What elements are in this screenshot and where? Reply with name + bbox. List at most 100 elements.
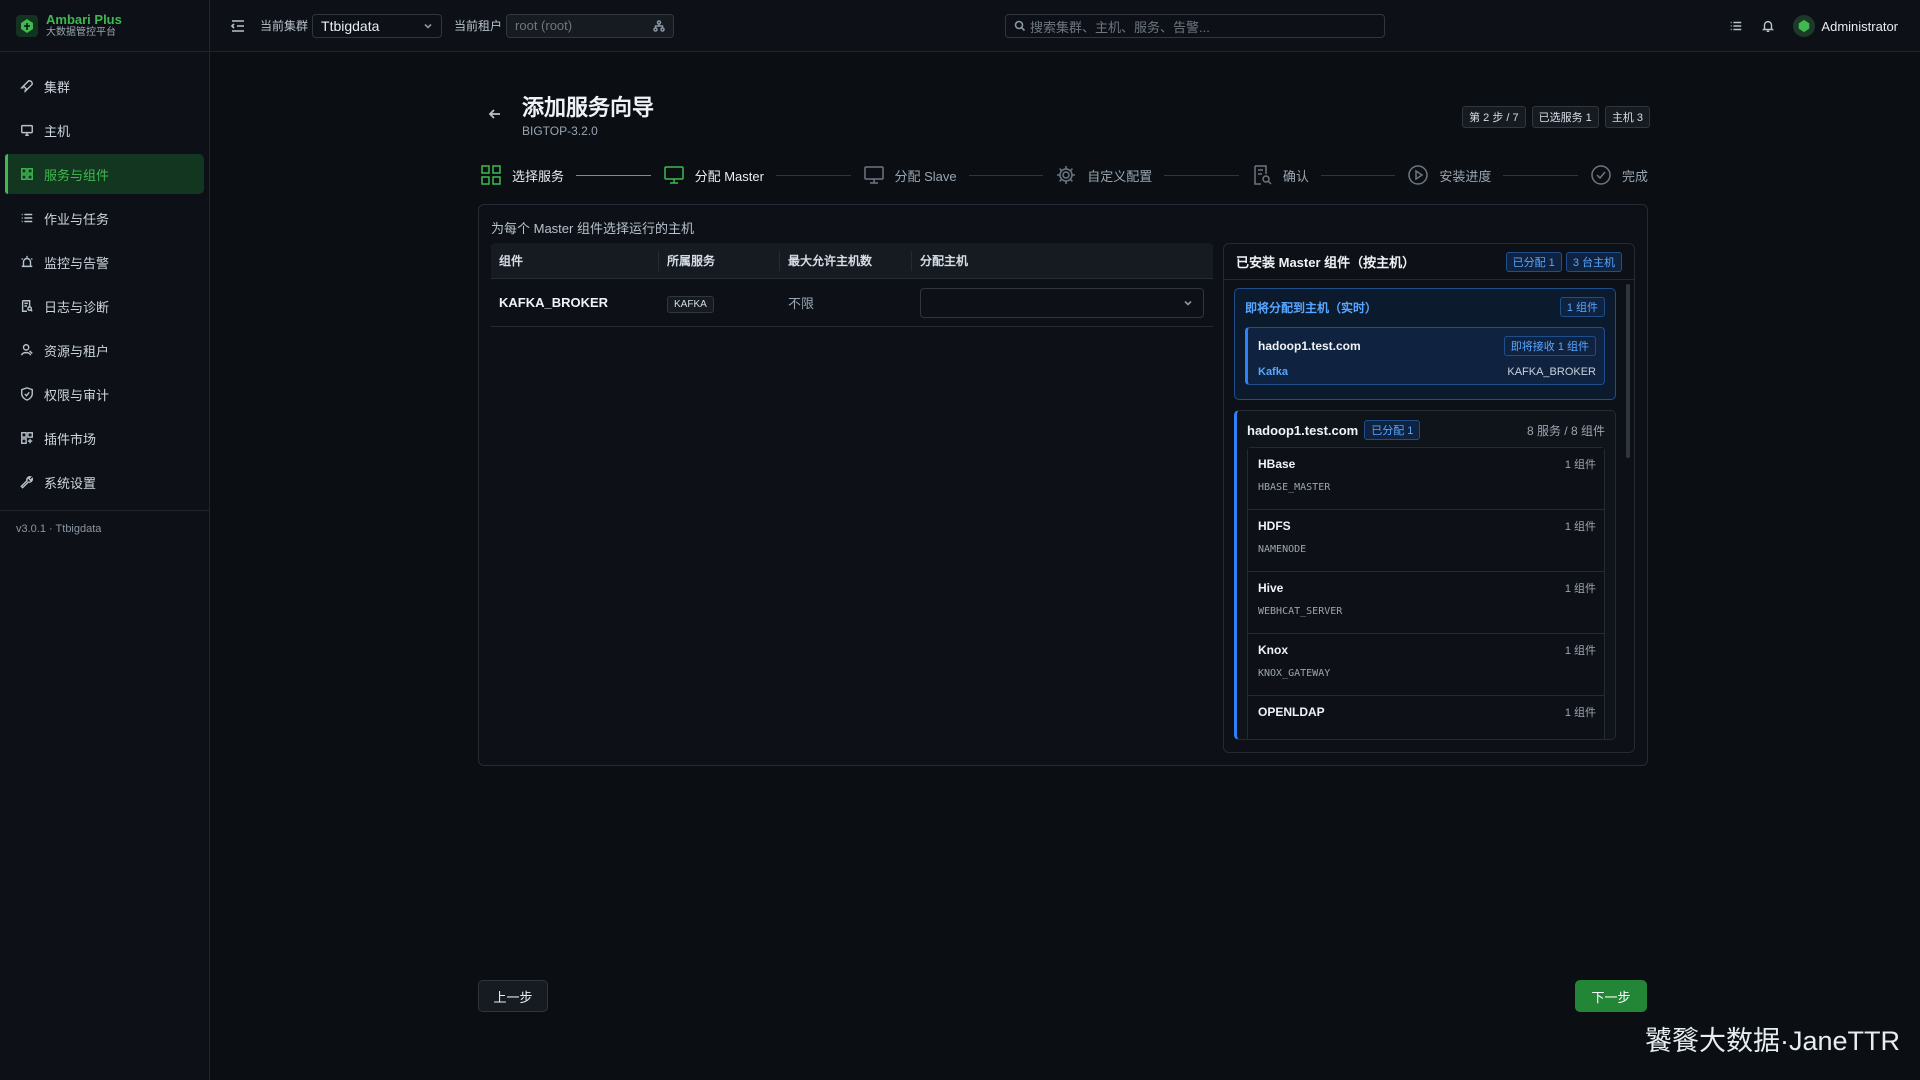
check-circle-icon: [1591, 165, 1611, 185]
service-count: 1 组件: [1564, 521, 1596, 533]
list-item: Hive 1 组件 WEBHCAT_SERVER: [1248, 572, 1604, 634]
service-name: Knox: [1258, 643, 1288, 657]
sidebar-item-jobs[interactable]: 作业与任务: [5, 198, 204, 238]
log-search-icon: [21, 300, 33, 312]
user-icon: [21, 344, 33, 356]
hosts-badge: 主机 3: [1604, 106, 1650, 128]
max-hosts: 不限: [788, 296, 815, 311]
back-button[interactable]: [485, 104, 505, 124]
plugin-icon: [21, 432, 33, 444]
monitor-icon: [21, 124, 33, 136]
host-group: hadoop1.test.com 已分配 1 8 服务 / 8 组件 HBase…: [1234, 410, 1616, 740]
assigned-count-pill: 已分配 1: [1505, 251, 1562, 272]
step-label: 完成: [1622, 168, 1649, 184]
play-circle-icon: [1408, 165, 1429, 185]
sidebar-item-label: 主机: [44, 123, 71, 139]
next-button[interactable]: 下一步: [1575, 980, 1647, 1012]
step-install-progress[interactable]: 安装进度: [1407, 164, 1491, 186]
service-name: Hive: [1258, 581, 1284, 595]
topbar: 当前集群 Ttbigdata 当前租户 root (root) 搜索集群、主机、…: [210, 0, 1920, 52]
sidebar-item-hosts[interactable]: 主机: [5, 110, 204, 150]
host-group-tag: 已分配 1: [1364, 420, 1421, 440]
host-select[interactable]: [920, 287, 1204, 318]
grid-icon: [21, 168, 33, 180]
sidebar-item-label: 服务与组件: [44, 167, 110, 183]
brand-subtitle: 大数据管控平台: [46, 27, 116, 38]
step-customize-config[interactable]: 自定义配置: [1055, 164, 1152, 186]
step-confirm[interactable]: 确认: [1251, 164, 1309, 186]
step-label: 分配 Master: [694, 168, 764, 184]
brand-name: Ambari Plus: [46, 12, 122, 27]
master-assign-table: 组件 所属服务 最大允许主机数 分配主机 KAFKA_BROKER KAFKA …: [491, 243, 1213, 327]
sidebar-item-settings[interactable]: 系统设置: [5, 462, 204, 502]
pending-count-pill: 1 组件: [1559, 297, 1605, 317]
installed-card-body[interactable]: 即将分配到主机（实时） 1 组件 hadoop1.test.com 即将接收 1…: [1234, 288, 1616, 748]
prev-button[interactable]: 上一步: [478, 980, 548, 1012]
pending-assignment-box: 即将分配到主机（实时） 1 组件 hadoop1.test.com 即将接收 1…: [1234, 288, 1616, 400]
cluster-select-value: Ttbigdata: [321, 17, 380, 34]
host-group-stats: 8 服务 / 8 组件: [1526, 423, 1605, 438]
sidebar-item-resources[interactable]: 资源与租户: [5, 330, 204, 370]
cluster-select[interactable]: Ttbigdata: [312, 13, 443, 38]
sidebar-item-monitoring[interactable]: 监控与告警: [5, 242, 204, 282]
column-header: 所属服务: [659, 250, 780, 271]
service-name: OPENLDAP: [1258, 705, 1325, 719]
step-complete[interactable]: 完成: [1590, 164, 1648, 186]
page-subtitle: BIGTOP-3.2.0: [522, 124, 598, 138]
sidebar-item-label: 集群: [44, 79, 71, 95]
global-search-input[interactable]: 搜索集群、主机、服务、告警...: [1005, 14, 1385, 38]
step-label: 分配 Slave: [894, 168, 957, 184]
pending-service: Kafka: [1258, 366, 1288, 378]
step-select-services[interactable]: 选择服务: [480, 164, 564, 186]
list-item: HDFS 1 组件 NAMENODE: [1248, 510, 1604, 572]
sidebar-item-label: 权限与审计: [44, 387, 110, 403]
list-item: HBase 1 组件 HBASE_MASTER: [1248, 448, 1604, 510]
sidebar-item-label: 插件市场: [44, 431, 97, 447]
pending-title: 即将分配到主机（实时）: [1245, 300, 1378, 315]
user-menu[interactable]: Administrator: [1793, 15, 1898, 37]
service-count: 1 组件: [1564, 459, 1596, 471]
step-connector: [775, 174, 851, 176]
list-item: OPENLDAP 1 组件: [1248, 696, 1604, 739]
sidebar-item-permissions[interactable]: 权限与审计: [5, 374, 204, 414]
step-label: 确认: [1282, 168, 1309, 184]
sidebar-item-plugins[interactable]: 插件市场: [5, 418, 204, 458]
brand[interactable]: Ambari Plus 大数据管控平台: [0, 0, 209, 52]
column-header: 组件: [491, 250, 659, 271]
service-component: HBASE_MASTER: [1258, 482, 1331, 493]
service-component: NAMENODE: [1258, 544, 1307, 555]
page-title: 添加服务向导: [522, 95, 655, 120]
avatar: [1793, 15, 1816, 37]
menu-toggle-button[interactable]: [228, 16, 248, 36]
installed-card-header: 已安装 Master 组件（按主机） 已分配 1 3 台主机: [1224, 244, 1634, 280]
table-row: KAFKA_BROKER KAFKA 不限: [491, 279, 1213, 327]
shield-icon: [21, 387, 33, 401]
service-list: HBase 1 组件 HBASE_MASTER HDFS 1 组件 NAMENO…: [1247, 447, 1605, 739]
host-count-pill: 3 台主机: [1565, 251, 1622, 272]
chevron-down-icon: [424, 23, 432, 29]
search-icon: [1014, 20, 1026, 32]
column-header: 最大允许主机数: [780, 250, 912, 271]
service-count: 1 组件: [1564, 645, 1596, 657]
bell-icon[interactable]: [1761, 19, 1775, 33]
sidebar-item-label: 作业与任务: [44, 211, 110, 227]
username: Administrator: [1821, 18, 1898, 34]
step-connector: [1503, 174, 1579, 176]
panel-hint: 为每个 Master 组件选择运行的主机: [491, 221, 694, 236]
service-count: 1 组件: [1564, 583, 1596, 595]
task-list-icon[interactable]: [1729, 19, 1743, 33]
tenant-field[interactable]: root (root): [506, 13, 675, 38]
monitor-icon: [863, 166, 884, 184]
sidebar-item-services[interactable]: 服务与组件: [5, 154, 204, 194]
sidebar-item-cluster[interactable]: 集群: [5, 66, 204, 106]
step-assign-slave[interactable]: 分配 Slave: [863, 164, 957, 186]
step-assign-master[interactable]: 分配 Master: [663, 164, 764, 186]
service-name: HDFS: [1258, 519, 1291, 533]
step-connector: [1164, 174, 1239, 176]
sidebar-item-logs[interactable]: 日志与诊断: [5, 286, 204, 326]
chevron-down-icon: [1184, 300, 1192, 306]
wizard-steps: 选择服务 分配 Master 分配 Slave 自定义配置 确认 安装进度 完成: [480, 158, 1648, 192]
org-tree-icon: [653, 19, 665, 32]
sidebar: Ambari Plus 大数据管控平台 集群 主机 服务与组件 作业与任务 监控…: [0, 0, 210, 1080]
scrollbar[interactable]: [1626, 284, 1630, 458]
